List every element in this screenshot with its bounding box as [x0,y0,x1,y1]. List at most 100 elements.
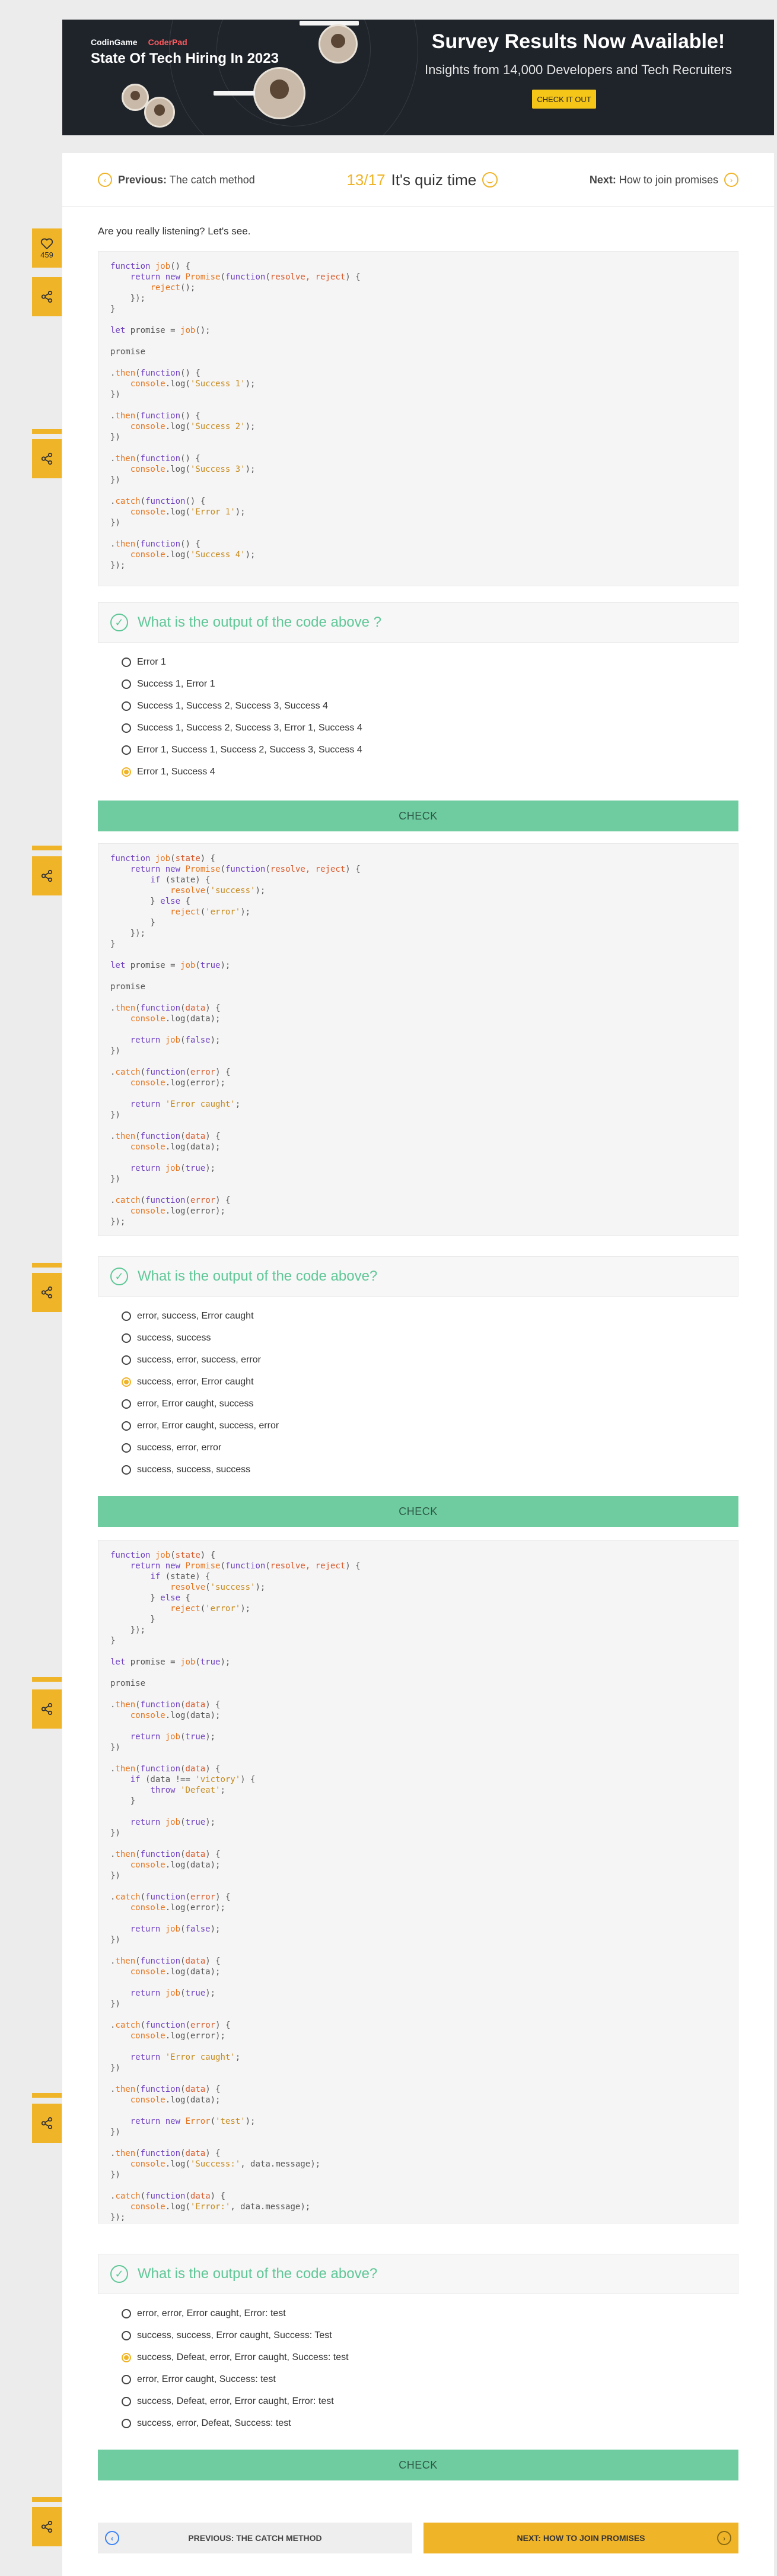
radio-button[interactable] [122,2308,131,2318]
option-label: success, error, Defeat, Success: test [137,2418,291,2428]
arrow-left-circle-icon: ‹ [105,2531,119,2545]
check-button[interactable]: CHECK [98,2450,738,2480]
answer-option-selected[interactable]: Error 1, Success 4 [122,761,738,783]
quiz-navigation: ‹ Previous: The catch method 13/17 It's … [98,166,738,193]
option-label: Error 1 [137,656,166,667]
previous-label: Previous: [118,173,167,186]
radio-button[interactable] [122,723,131,733]
share-button[interactable] [32,1689,62,1729]
option-label: success, success, success [137,1464,251,1475]
next-title: How to join promises [619,173,718,186]
radio-button[interactable] [122,1311,131,1321]
lesson-content: ‹ Previous: The catch method 13/17 It's … [62,153,774,2576]
answer-option[interactable]: error, error, Error caught, Error: test [122,2302,738,2324]
rail-strip [32,429,62,434]
rail-strip [32,2497,62,2502]
arrow-right-circle-icon: › [717,2531,731,2545]
option-label: Success 1, Success 2, Success 3, Error 1… [137,722,362,733]
banner-decoration [214,91,255,96]
answer-option[interactable]: success, error, Defeat, Success: test [122,2412,738,2434]
code-block-2: function job(state) { return new Promise… [98,843,738,1236]
previous-lesson-label: PREVIOUS: THE CATCH METHOD [188,2533,322,2543]
answer-option[interactable]: Error 1 [122,651,738,673]
banner-subtitle: Insights from 14,000 Developers and Tech… [424,62,733,77]
answer-option-selected[interactable]: success, error, Error caught [122,1371,738,1393]
banner-title: State Of Tech Hiring In 2023 [91,50,279,66]
option-label: error, success, Error caught [137,1310,254,1321]
bottom-navigation: ‹ PREVIOUS: THE CATCH METHOD NEXT: HOW T… [98,2523,738,2553]
option-label: Error 1, Success 1, Success 2, Success 3… [137,744,362,755]
next-lesson-label: NEXT: HOW TO JOIN PROMISES [517,2533,645,2543]
radio-button[interactable] [122,1333,131,1343]
share-button[interactable] [32,856,62,895]
share-button[interactable] [32,277,62,316]
radio-button[interactable] [122,1443,131,1453]
option-label: success, success, Error caught, Success:… [137,2330,332,2340]
question-title: What is the output of the code above ? [138,614,381,630]
option-label: success, success [137,1332,211,1343]
share-icon [41,2520,53,2533]
radio-button[interactable] [122,1399,131,1409]
answer-options: error, error, Error caught, Error: test … [98,2294,738,2434]
check-it-out-button[interactable]: CHECK IT OUT [532,90,596,109]
rail-strip [32,1677,62,1682]
share-button[interactable] [32,2507,62,2546]
radio-button[interactable] [122,657,131,667]
answer-option[interactable]: Success 1, Success 2, Success 3, Error 1… [122,717,738,739]
radio-button[interactable] [122,1465,131,1475]
radio-button[interactable] [122,679,131,689]
arrow-right-circle-icon: › [724,173,738,187]
radio-button[interactable] [122,701,131,711]
answer-option[interactable]: error, Error caught, success [122,1393,738,1415]
answer-option[interactable]: success, success, success [122,1459,738,1481]
like-button[interactable]: 459 [32,228,62,268]
share-button[interactable] [32,439,62,478]
answer-option[interactable]: Success 1, Success 2, Success 3, Success… [122,695,738,717]
answer-option[interactable]: success, Defeat, error, Error caught, Er… [122,2390,738,2412]
answer-option[interactable]: error, Error caught, Success: test [122,2368,738,2390]
answer-option[interactable]: success, success [122,1327,738,1349]
answer-option[interactable]: success, success, Error caught, Success:… [122,2324,738,2346]
radio-button[interactable] [122,1355,131,1365]
answer-option[interactable]: success, error, success, error [122,1349,738,1371]
option-label: Success 1, Error 1 [137,678,215,689]
answer-option-selected[interactable]: success, Defeat, error, Error caught, Su… [122,2346,738,2368]
answer-options: error, success, Error caught success, su… [98,1297,738,1481]
answer-option[interactable]: Success 1, Error 1 [122,673,738,695]
radio-button[interactable] [122,2418,131,2428]
answer-option[interactable]: success, error, error [122,1437,738,1459]
question-2: ✓ What is the output of the code above? … [98,1256,738,1530]
answer-option[interactable]: error, success, Error caught [122,1305,738,1327]
radio-button[interactable] [122,2396,131,2406]
radio-button-selected[interactable] [122,2352,131,2362]
like-count: 459 [40,250,53,259]
next-label: Next: [589,173,616,186]
share-button[interactable] [32,1273,62,1312]
radio-button[interactable] [122,2330,131,2340]
radio-button[interactable] [122,2374,131,2384]
heart-icon [40,238,53,249]
share-icon [41,869,53,882]
check-button[interactable]: CHECK [98,1496,738,1527]
check-button[interactable]: CHECK [98,801,738,831]
arrow-left-circle-icon: ‹ [98,173,112,187]
option-label: error, Error caught, success, error [137,1420,279,1431]
next-lesson-link[interactable]: Next: How to join promises › [590,173,738,187]
survey-banner[interactable]: CodinGame CoderPad State Of Tech Hiring … [62,20,774,135]
option-label: success, error, Error caught [137,1376,254,1387]
radio-button[interactable] [122,745,131,755]
previous-lesson-link[interactable]: ‹ Previous: The catch method [98,173,255,187]
radio-button-selected[interactable] [122,767,131,777]
rail-strip [32,846,62,850]
answer-option[interactable]: Error 1, Success 1, Success 2, Success 3… [122,739,738,761]
share-button[interactable] [32,2104,62,2143]
question-3: ✓ What is the output of the code above? … [98,2254,738,2486]
share-icon [41,1286,53,1299]
radio-button[interactable] [122,1421,131,1431]
previous-lesson-button[interactable]: ‹ PREVIOUS: THE CATCH METHOD [98,2523,412,2553]
answer-option[interactable]: error, Error caught, success, error [122,1415,738,1437]
radio-button-selected[interactable] [122,1377,131,1387]
option-label: error, error, Error caught, Error: test [137,2308,286,2318]
banner-avatar [319,24,358,63]
next-lesson-button[interactable]: NEXT: HOW TO JOIN PROMISES › [423,2523,738,2553]
